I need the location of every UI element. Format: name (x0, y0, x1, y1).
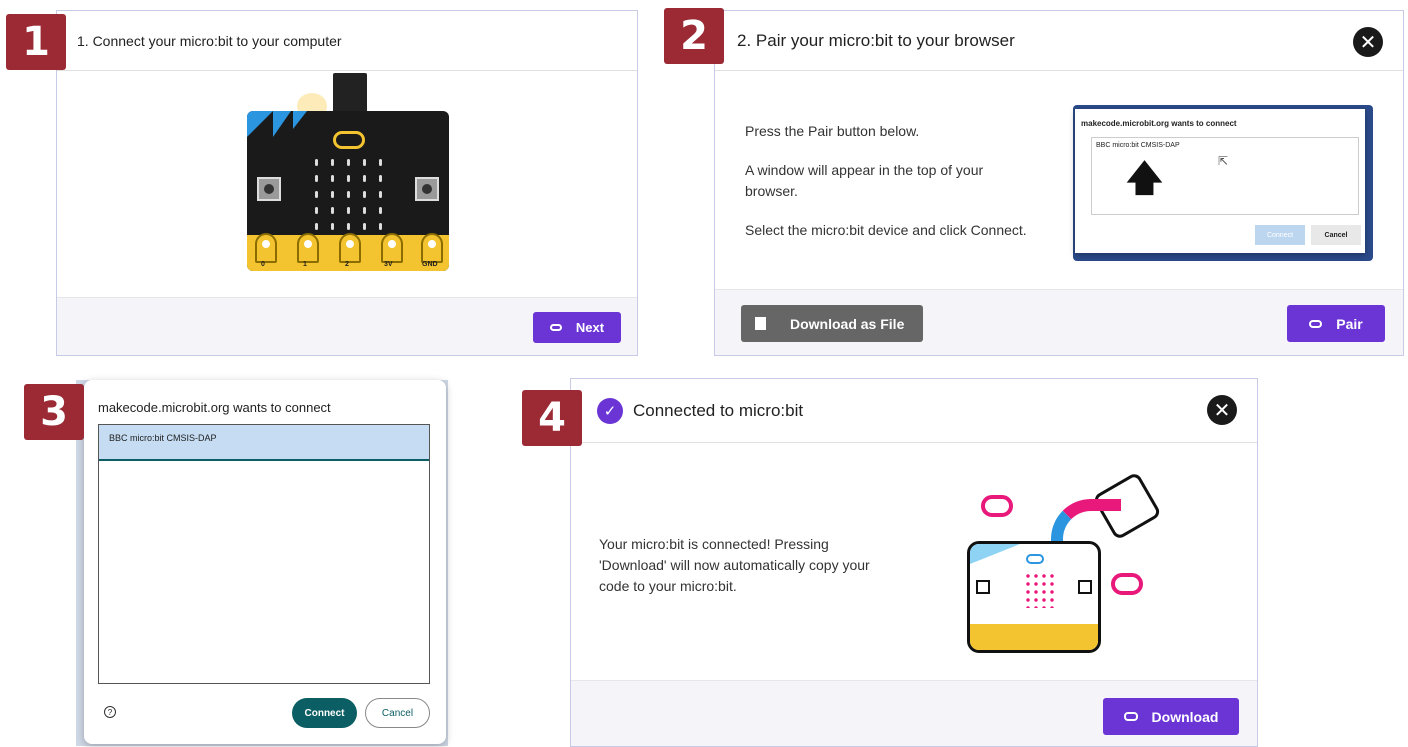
step-4-dialog: ✓ Connected to micro:bit ✕ Your micro:bi… (570, 378, 1258, 747)
pin-gnd (421, 233, 443, 263)
download-button[interactable]: Download (1103, 698, 1239, 735)
pair-button[interactable]: Pair (1287, 305, 1385, 342)
microbit-cartoon (967, 541, 1101, 653)
step-2-dialog: 2. Pair your micro:bit to your browser ✕… (714, 10, 1404, 356)
pair-label: Pair (1336, 315, 1363, 332)
preview-title: makecode.microbit.org wants to connect (1081, 119, 1237, 128)
next-label: Next (575, 320, 605, 335)
preview-cancel: Cancel (1311, 225, 1361, 245)
pair-instruction-3: Select the micro:bit device and click Co… (745, 222, 1027, 238)
device-name: BBC micro:bit CMSIS-DAP (109, 433, 217, 443)
step-2-badge: 2 (664, 8, 724, 64)
dialog-title: 1. Connect your micro:bit to your comput… (77, 32, 342, 49)
pin-3v (381, 233, 403, 263)
pair-instruction-1: Press the Pair button below. (745, 123, 920, 139)
step-2-header: 2. Pair your micro:bit to your browser (715, 11, 1403, 71)
step-2-footer: Download as File Pair (715, 289, 1403, 355)
pin-label: 2 (345, 261, 349, 268)
file-download-icon (755, 317, 766, 330)
preview-connect: Connect (1255, 225, 1305, 245)
button-b-icon (415, 177, 439, 201)
pin-label: GND (422, 261, 438, 268)
close-icon[interactable]: ✕ (1353, 27, 1383, 57)
logo-icon (333, 131, 365, 149)
pin-2 (339, 233, 361, 263)
pair-preview-image: makecode.microbit.org wants to connect B… (1073, 105, 1373, 261)
cancel-button[interactable]: Cancel (365, 698, 430, 728)
pin-0 (255, 233, 277, 263)
button-a-icon (257, 177, 281, 201)
step-3-badge: 3 (24, 384, 84, 440)
step-4-footer: Download (571, 680, 1257, 746)
link-icon (549, 324, 562, 331)
download-link-icon (1123, 712, 1138, 721)
download-label: Download (1151, 708, 1219, 725)
usb-cable-icon (333, 73, 367, 113)
pin-1 (297, 233, 319, 263)
pin-label: 0 (261, 261, 265, 268)
connect-dialog-title: makecode.microbit.org wants to connect (98, 400, 331, 415)
check-circle-icon: ✓ (597, 397, 623, 424)
next-button[interactable]: Next (533, 312, 621, 343)
pin-label: 3V (384, 261, 393, 268)
connect-button[interactable]: Connect (292, 698, 357, 728)
cursor-icon: ⇱ (1218, 154, 1229, 168)
connected-illustration (951, 469, 1171, 659)
step-4-badge: 4 (522, 390, 582, 446)
dialog-title: 2. Pair your micro:bit to your browser (737, 30, 1015, 50)
device-list-item[interactable]: BBC micro:bit CMSIS-DAP (99, 425, 429, 461)
help-icon[interactable]: ? (104, 706, 116, 718)
close-icon[interactable]: ✕ (1207, 395, 1237, 425)
download-as-file-button[interactable]: Download as File (741, 305, 923, 342)
browser-connect-dialog: makecode.microbit.org wants to connect B… (84, 380, 446, 744)
step-1-badge: 1 (6, 14, 66, 70)
microbit-illustration: 0 1 2 3V GND (247, 73, 451, 273)
connected-message: Your micro:bit is connected! Pressing 'D… (599, 536, 870, 594)
step-1-dialog: 1. Connect your micro:bit to your comput… (56, 10, 638, 356)
pin-label: 1 (303, 261, 307, 268)
creature-icon (981, 495, 1013, 517)
up-arrow-icon: 🡅 (1126, 157, 1164, 198)
dialog-title: Connected to micro:bit (633, 400, 804, 420)
step-1-header: 1. Connect your micro:bit to your comput… (57, 11, 637, 71)
step-1-footer: Next (57, 297, 637, 355)
link-icon (1309, 319, 1323, 328)
step-4-header: ✓ Connected to micro:bit (571, 379, 1257, 443)
preview-device: BBC micro:bit CMSIS-DAP (1096, 142, 1180, 149)
device-list: BBC micro:bit CMSIS-DAP (98, 424, 430, 684)
creature-icon (1111, 573, 1143, 595)
pair-instruction-2: A window will appear in the top of your … (745, 162, 984, 199)
download-as-file-label: Download as File (790, 315, 905, 332)
